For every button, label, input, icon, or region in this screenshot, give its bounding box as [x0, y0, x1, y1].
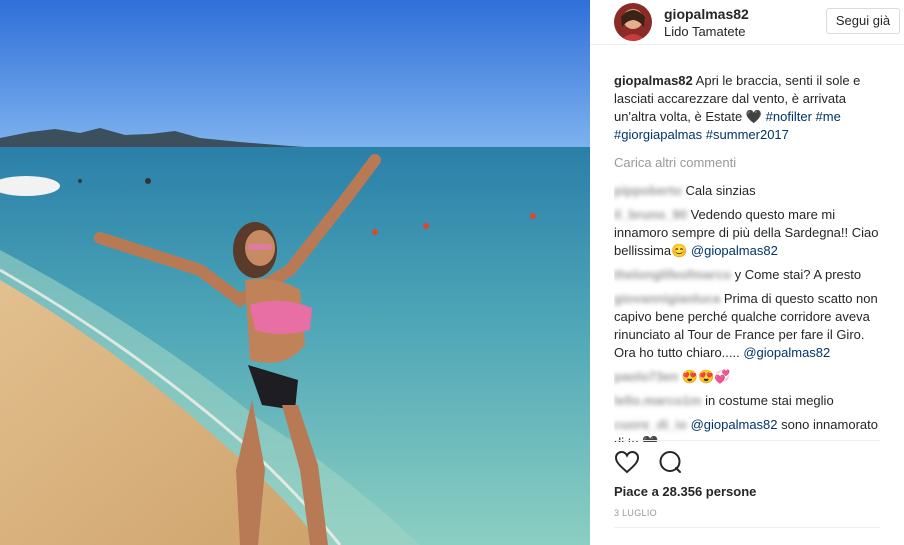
hashtag[interactable]: #giorgiapalmas [614, 127, 702, 142]
hashtag[interactable]: #me [816, 109, 841, 124]
comment-text: in costume stai meglio [705, 393, 834, 408]
header-username[interactable]: giopalmas82 [664, 6, 749, 22]
following-button[interactable]: Segui già [826, 8, 900, 34]
likes-count[interactable]: Piace a 28.356 persone [614, 484, 756, 499]
comment-username[interactable]: cuore_di_io [614, 417, 687, 432]
avatar[interactable] [614, 3, 652, 41]
caption: giopalmas82 Apri le braccia, senti il so… [614, 72, 886, 144]
comment: thelonglifeofmarco y Come stai? A presto [614, 266, 886, 284]
beach-photo [0, 0, 590, 545]
comment-username[interactable]: paolo73en [614, 369, 678, 384]
header-location[interactable]: Lido Tamatete [664, 24, 745, 39]
comment: cuore_di_io @giopalmas82 sono innamorato… [614, 416, 886, 442]
comment: il_bruno_90 Vedendo questo mare mi innam… [614, 206, 886, 260]
comment-icon[interactable] [658, 450, 682, 479]
divider [614, 440, 880, 441]
caption-username[interactable]: giopalmas82 [614, 73, 693, 88]
hashtag[interactable]: #summer2017 [706, 127, 789, 142]
action-bar [614, 450, 696, 476]
comment: lello.marco1m in costume stai meglio [614, 392, 886, 410]
avatar-image [614, 3, 652, 41]
heart-icon[interactable] [614, 450, 640, 479]
comment: pippoberto Cala sinzias [614, 182, 886, 200]
post-sidebar: giopalmas82 Lido Tamatete Segui già giop… [590, 0, 904, 545]
comments-list[interactable]: giopalmas82 Apri le braccia, senti il so… [614, 72, 886, 442]
comment-username[interactable]: thelonglifeofmarco [614, 267, 731, 282]
divider [614, 527, 880, 528]
comment-mention[interactable]: @giopalmas82 [691, 243, 778, 258]
post-header: giopalmas82 Lido Tamatete Segui già [590, 0, 904, 45]
comment: paolo73en 😍😍💞 [614, 368, 886, 386]
comment-mention[interactable]: @giopalmas82 [691, 417, 778, 432]
comment-username[interactable]: giovannigianluca [614, 291, 720, 306]
comment-text: Cala sinzias [685, 183, 756, 198]
comment: giovannigianluca Prima di questo scatto … [614, 290, 886, 362]
comment-username[interactable]: il_bruno_90 [614, 207, 687, 222]
load-more-comments[interactable]: Carica altri commenti [614, 154, 886, 172]
post-date: 3 LUGLIO [614, 508, 657, 518]
comment-username[interactable]: lello.marco1m [614, 393, 701, 408]
comment-text: 😍😍💞 [681, 369, 731, 384]
post-photo[interactable] [0, 0, 590, 545]
hashtag[interactable]: #nofilter [766, 109, 812, 124]
comment-mention[interactable]: @giopalmas82 [743, 345, 830, 360]
comment-text: y Come stai? A presto [734, 267, 862, 282]
comment-username[interactable]: pippoberto [614, 183, 682, 198]
